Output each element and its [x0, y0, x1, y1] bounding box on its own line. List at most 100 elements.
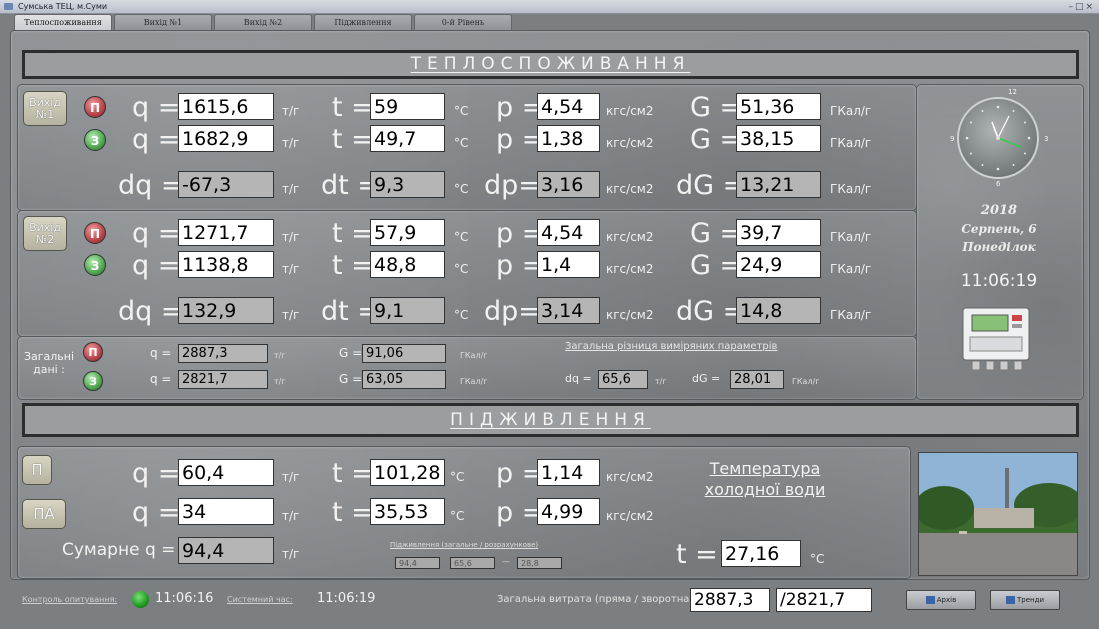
unit-tph: т/г — [282, 104, 300, 118]
unit-degc: °C — [454, 230, 469, 244]
unit-degc: °C — [450, 470, 465, 484]
unit-tph: т/г — [282, 509, 300, 523]
g-label: G = — [690, 124, 743, 155]
o1-supply-p: 4,54 — [537, 93, 600, 120]
unit-kgf: кгс/см2 — [606, 182, 654, 196]
q-label: q = — [132, 458, 181, 489]
unit-kgf: кгс/см2 — [606, 104, 654, 118]
unit-kgf: кгс/см2 — [606, 308, 654, 322]
unit-tph: т/г — [274, 377, 286, 386]
window-titlebar: Сумська ТЕЦ, м.Суми –□× — [0, 0, 1099, 14]
q-label: q = — [132, 92, 181, 123]
totals-supply-q: 2887,3 — [178, 344, 268, 363]
supply-indicator: П — [83, 342, 103, 362]
totals-supply-g: 91,06 — [362, 344, 446, 363]
feed-p-button[interactable]: П — [22, 455, 52, 485]
clock-time: 11:06:19 — [960, 271, 1038, 291]
feed-pa-button[interactable]: ПА — [22, 499, 66, 529]
tab-output-1[interactable]: Вихід №1 — [114, 14, 212, 30]
t-label: t = — [332, 218, 374, 249]
dp-label: dp= — [484, 296, 541, 327]
feed-banner: ПІДЖИВЛЕННЯ — [22, 403, 1079, 437]
close-icon[interactable]: × — [1085, 2, 1095, 12]
o2-supply-q: 1271,7 — [178, 219, 274, 246]
o1-return-t: 49,7 — [370, 125, 445, 152]
q-label: q = — [132, 497, 181, 528]
g-label: G = — [339, 346, 363, 360]
tab-output-2[interactable]: Вихід №2 — [214, 14, 312, 30]
o2-return-g: 24,9 — [736, 251, 821, 278]
trends-button[interactable]: Тренди — [990, 590, 1060, 610]
tab-heat-consumption[interactable]: Теплоспоживання — [14, 14, 112, 31]
clock-label-9: 9 — [950, 135, 955, 143]
feed-small-val-3: 28,8 — [517, 557, 562, 569]
unit-degc: °C — [454, 308, 469, 322]
unit-kgf: кгс/см2 — [606, 262, 654, 276]
q-label: q = — [132, 218, 181, 249]
status-bar: Контроль опитування: 11:06:16 Системний … — [0, 580, 1099, 629]
unit-degc: °C — [454, 182, 469, 196]
unit-tph: т/г — [282, 136, 300, 150]
unit-gcal: ГКал/г — [830, 104, 872, 118]
feed-sum: 94,4 — [178, 537, 274, 564]
system-time: 11:06:19 — [317, 591, 376, 606]
unit-tph: т/г — [282, 470, 300, 484]
app-icon — [4, 3, 13, 10]
feed-small-val-2: 65,6 — [450, 557, 495, 569]
unit-gcal: ГКал/г — [830, 230, 872, 244]
totals-dq: 65,6 — [598, 370, 648, 389]
unit-gcal: ГКал/г — [830, 136, 872, 150]
output1-button[interactable]: Вихід №1 — [23, 91, 67, 126]
output2-button[interactable]: Вихід №2 — [23, 216, 67, 251]
o2-diff-dt: 9,1 — [370, 297, 445, 324]
o1-diff-dp: 3,16 — [537, 171, 600, 198]
q-label: q = — [132, 124, 181, 155]
unit-degc: °C — [810, 552, 825, 566]
unit-gcal: ГКал/г — [460, 377, 488, 386]
o1-return-p: 1,38 — [537, 125, 600, 152]
o1-diff-dq: -67,3 — [178, 171, 274, 198]
t-label: t = — [332, 124, 374, 155]
tab-level-0[interactable]: 0-й Рівень — [414, 14, 512, 30]
plant-photo[interactable] — [918, 452, 1078, 576]
unit-kgf: кгс/см2 — [606, 509, 654, 523]
unit-tph: т/г — [282, 547, 300, 561]
poll-status-icon — [132, 591, 149, 608]
archive-button-label: Архів — [936, 596, 957, 604]
clock-year: 2018 — [980, 203, 1018, 218]
supply-indicator: П — [84, 96, 106, 118]
q-label: q = — [150, 346, 172, 360]
unit-tph: т/г — [655, 377, 667, 386]
t-label: t = — [332, 250, 374, 281]
o2-return-p: 1,4 — [537, 251, 600, 278]
total-direct: 2887,3 — [690, 588, 770, 612]
feed-p-p: 1,14 — [537, 459, 600, 486]
unit-tph: т/г — [274, 351, 286, 360]
window-controls[interactable]: –□× — [1068, 1, 1095, 14]
t-label: t = — [332, 497, 374, 528]
total-flow-label: Загальна витрата (пряма / зворотна) — [497, 594, 694, 605]
tab-feed[interactable]: Підживлення — [314, 14, 412, 30]
maximize-icon[interactable]: □ — [1075, 2, 1086, 12]
t-label: t = — [676, 539, 718, 570]
totals-return-g: 63,05 — [362, 370, 446, 389]
clock-label-12: 12 — [1008, 88, 1017, 96]
totals-label: Загальні дані : — [23, 350, 75, 376]
feed-pa-q: 34 — [178, 498, 274, 525]
unit-degc: °C — [450, 509, 465, 523]
clock-weekday: Понеділок — [962, 240, 1036, 254]
heat-banner: ТЕПЛОСПОЖИВАННЯ — [22, 50, 1079, 79]
unit-tph: т/г — [282, 182, 300, 196]
return-indicator: З — [84, 254, 106, 276]
controller-device-icon[interactable] — [960, 305, 1032, 375]
system-time-label: Системний час: — [227, 595, 293, 604]
g-label: G = — [690, 218, 743, 249]
control-time: 11:06:16 — [155, 591, 214, 606]
o1-return-q: 1682,9 — [178, 125, 274, 152]
o2-diff-dp: 3,14 — [537, 297, 600, 324]
g-label: G = — [690, 92, 743, 123]
clock-date: Серпень, 6 — [961, 222, 1037, 236]
archive-button[interactable]: Архів — [906, 590, 976, 610]
unit-tph: т/г — [282, 308, 300, 322]
feed-p-t: 101,28 — [370, 459, 445, 486]
